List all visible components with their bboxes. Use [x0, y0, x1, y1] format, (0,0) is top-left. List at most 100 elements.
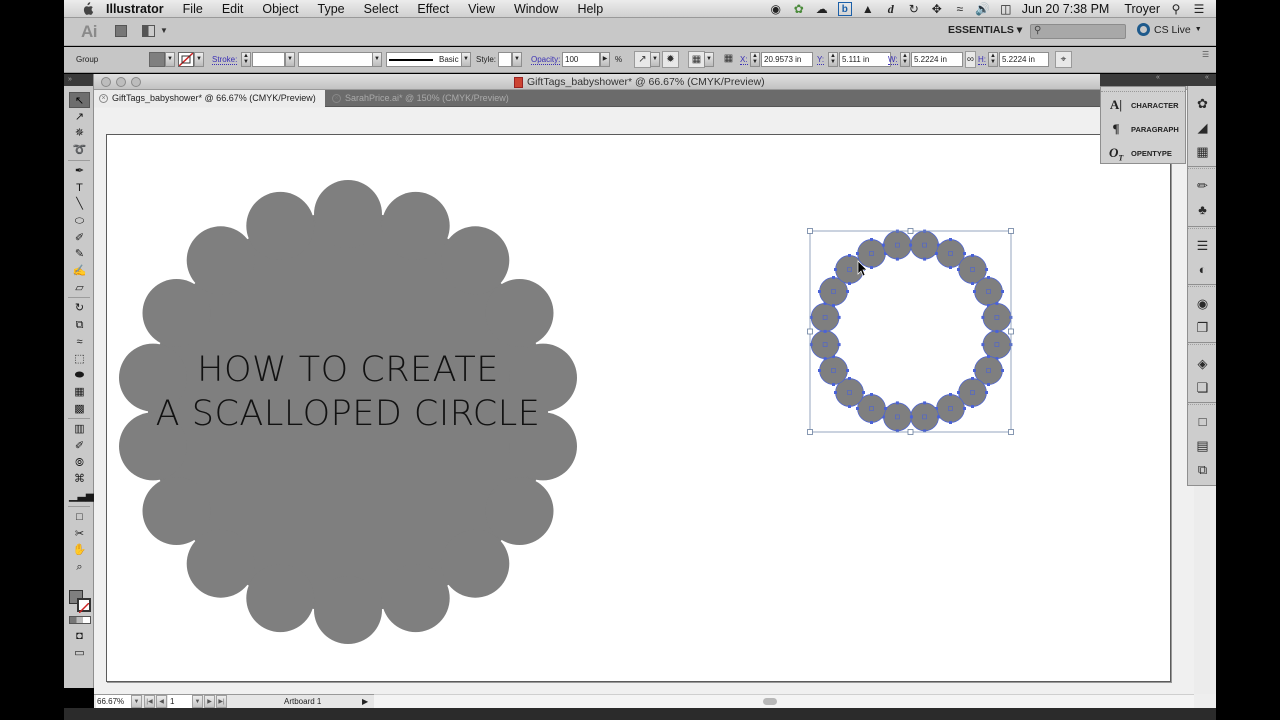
- anchor-point[interactable]: [949, 266, 952, 269]
- anchor-point[interactable]: [987, 276, 990, 279]
- h-stepper[interactable]: ▲ ▼: [988, 52, 998, 67]
- resize-handle[interactable]: [1008, 228, 1014, 234]
- menu-window[interactable]: Window: [514, 2, 558, 16]
- warp-tool[interactable]: ≈: [69, 334, 90, 350]
- artboard[interactable]: HOW TO CREATE A SCALLOPED CIRCLE: [106, 134, 1171, 682]
- artboard-number-input[interactable]: 1: [168, 695, 192, 708]
- artboards-icon[interactable]: ❏: [1194, 380, 1211, 396]
- blend-tool[interactable]: ⦾: [69, 455, 90, 471]
- stroke-dropdown[interactable]: ▼: [194, 52, 204, 67]
- menu-select[interactable]: Select: [364, 2, 399, 16]
- menu-edit[interactable]: Edit: [222, 2, 244, 16]
- anchor-point[interactable]: [995, 329, 999, 333]
- anchor-point[interactable]: [949, 393, 952, 396]
- stroke-none-swatch[interactable]: [77, 597, 91, 614]
- anchor-point[interactable]: [818, 290, 821, 293]
- anchor-point[interactable]: [949, 238, 952, 241]
- column-graph-tool[interactable]: ▁▃▅: [69, 488, 94, 504]
- anchor-point[interactable]: [823, 357, 827, 361]
- anchor-point[interactable]: [923, 257, 927, 261]
- anchor-point[interactable]: [995, 301, 999, 305]
- user-name[interactable]: Troyer: [1124, 2, 1160, 16]
- w-stepper[interactable]: ▲ ▼: [900, 52, 910, 67]
- w-label[interactable]: W:: [888, 55, 898, 65]
- align-to-dropdown[interactable]: ▼: [704, 52, 714, 67]
- anchor-point[interactable]: [987, 355, 990, 358]
- shape-builder-tool[interactable]: ⬬: [69, 367, 90, 383]
- anchor-point[interactable]: [909, 415, 913, 419]
- anchor-point[interactable]: [834, 391, 837, 394]
- slice-tool[interactable]: ✂: [69, 526, 90, 542]
- artboard-tool[interactable]: □: [69, 509, 90, 525]
- anchor-point[interactable]: [848, 377, 851, 380]
- direct-selection-tool[interactable]: ↗: [69, 109, 90, 125]
- ring-circle[interactable]: [982, 330, 1012, 359]
- variable-width-profile[interactable]: [298, 52, 373, 67]
- pen-tool[interactable]: ✒: [69, 163, 90, 179]
- anchor-point[interactable]: [834, 268, 837, 271]
- symbol-sprayer-tool[interactable]: ⌘: [69, 471, 90, 487]
- ring-circle[interactable]: [982, 303, 1012, 332]
- apple-icon[interactable]: [80, 1, 94, 16]
- anchor-point[interactable]: [909, 243, 913, 247]
- x-stepper[interactable]: ▲ ▼: [750, 52, 760, 67]
- align-to-icon[interactable]: ▦: [688, 51, 705, 68]
- anchor-point[interactable]: [1001, 369, 1004, 372]
- variable-width-dropdown[interactable]: ▼: [372, 52, 382, 67]
- constrain-proportions-icon[interactable]: ∞: [965, 51, 976, 68]
- opacity-dropdown[interactable]: ▶: [600, 52, 610, 67]
- bluetooth-b-icon[interactable]: b: [837, 2, 852, 16]
- anchor-point[interactable]: [981, 315, 985, 319]
- appearance-icon[interactable]: ◉: [1194, 296, 1211, 312]
- anchor-point[interactable]: [862, 391, 865, 394]
- anchor-point[interactable]: [949, 421, 952, 424]
- resize-handle[interactable]: [807, 228, 813, 234]
- y-stepper[interactable]: ▲ ▼: [828, 52, 838, 67]
- anchor-point[interactable]: [957, 391, 960, 394]
- pathfinder-icon[interactable]: ⧉: [1194, 462, 1211, 478]
- spotlight-search-icon[interactable]: ⚲: [1169, 2, 1183, 16]
- h-label[interactable]: H:: [978, 55, 986, 65]
- arrow-icon[interactable]: ▲: [861, 2, 875, 16]
- color-mode-buttons[interactable]: [69, 615, 91, 624]
- menu-object[interactable]: Object: [262, 2, 298, 16]
- anchor-point[interactable]: [895, 257, 899, 261]
- close-tab-icon[interactable]: ×: [332, 94, 341, 103]
- line-segment-tool[interactable]: ╲: [69, 196, 90, 212]
- stroke-weight-stepper[interactable]: ▲ ▼: [241, 52, 251, 67]
- anchor-point[interactable]: [848, 282, 851, 285]
- bridge-button[interactable]: [115, 25, 127, 37]
- resize-handle[interactable]: [907, 228, 914, 234]
- anchor-point[interactable]: [848, 254, 851, 257]
- anchor-point[interactable]: [971, 254, 974, 257]
- graphic-style-dropdown[interactable]: ▼: [512, 52, 522, 67]
- anchor-point[interactable]: [935, 252, 938, 255]
- recolor-artwork-icon[interactable]: ✹: [662, 51, 679, 68]
- selection-tool[interactable]: ↖: [69, 92, 90, 108]
- ellipse-tool[interactable]: ⬭: [69, 213, 90, 229]
- paragraph-panel-button[interactable]: ¶ PARAGRAPH: [1109, 121, 1178, 137]
- ring-circle[interactable]: [974, 277, 1003, 306]
- tab-sarahprice[interactable]: × SarahPrice.ai* @ 150% (CMYK/Preview): [327, 90, 517, 107]
- notification-list-icon[interactable]: ☰: [1192, 2, 1206, 16]
- ring-circle[interactable]: [810, 330, 840, 359]
- stroke-icon[interactable]: ☰: [1194, 238, 1211, 254]
- layers-icon[interactable]: ◈: [1194, 356, 1211, 372]
- collapse-dock-icon[interactable]: «: [1205, 74, 1209, 81]
- resize-handle[interactable]: [807, 328, 813, 335]
- brushes-icon[interactable]: ✏: [1194, 178, 1211, 194]
- menu-effect[interactable]: Effect: [417, 2, 449, 16]
- ring-circle[interactable]: [910, 402, 939, 432]
- anchor-point[interactable]: [832, 304, 835, 307]
- symbols-icon[interactable]: ♣: [1194, 202, 1211, 218]
- paintbrush-tool[interactable]: ✐: [69, 230, 90, 246]
- stroke-weight-dropdown[interactable]: ▼: [285, 52, 295, 67]
- minimize-window-button[interactable]: [116, 77, 126, 87]
- anchor-point[interactable]: [856, 252, 859, 255]
- cloud-sync-icon[interactable]: ✿: [792, 2, 806, 16]
- anchor-point[interactable]: [818, 369, 821, 372]
- anchor-point[interactable]: [971, 282, 974, 285]
- resize-handle[interactable]: [1008, 328, 1014, 335]
- anchor-point[interactable]: [848, 405, 851, 408]
- time-machine-icon[interactable]: ↻: [907, 2, 921, 16]
